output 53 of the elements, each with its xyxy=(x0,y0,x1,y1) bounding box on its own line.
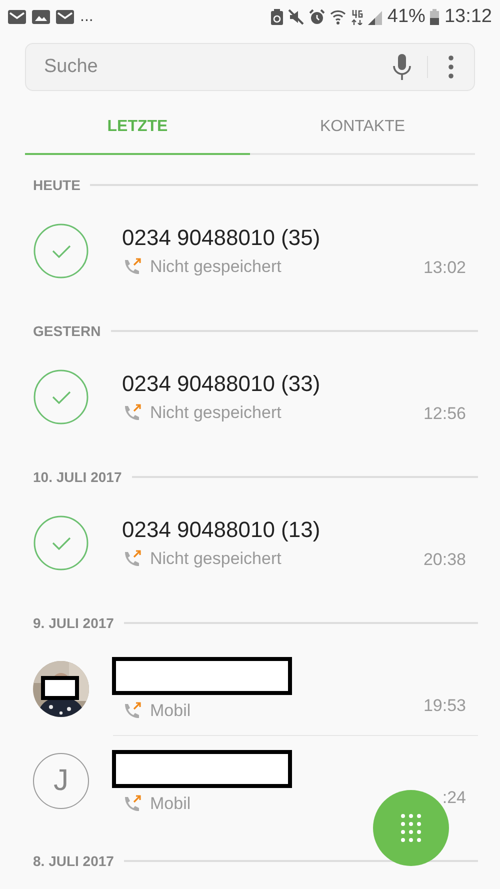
caller-number: 0234 90488010 (13) xyxy=(122,517,322,543)
outgoing-call-icon xyxy=(122,794,142,812)
battery-icon xyxy=(430,8,440,24)
call-time: 13:02 xyxy=(423,258,466,278)
search-field[interactable]: Suche xyxy=(42,55,393,79)
check-circle-icon xyxy=(33,369,89,425)
mute-icon xyxy=(288,8,304,24)
call-time: 12:56 xyxy=(423,404,466,424)
check-circle-icon xyxy=(33,515,89,571)
number-label: Nicht gespeichert xyxy=(150,403,282,423)
number-label: Mobil xyxy=(150,794,191,814)
caller-number: 0234 90488010 (33) xyxy=(122,371,322,397)
outgoing-call-icon xyxy=(122,258,142,276)
call-log-item[interactable]: J Mobil :24 xyxy=(0,735,500,827)
call-log-item[interactable]: Mobil 19:53 xyxy=(0,643,500,735)
call-time: :24 xyxy=(442,788,466,808)
date-heading: 9. JULI 2017 xyxy=(33,615,114,631)
call-time: 20:38 xyxy=(423,550,466,570)
network-4g-icon xyxy=(351,8,364,24)
clock: 13:12 xyxy=(444,6,492,28)
mail-icon xyxy=(56,10,74,24)
call-log-item[interactable]: 0234 90488010 (35) Nicht gespeichert 13:02 xyxy=(0,205,500,297)
outgoing-call-icon xyxy=(122,550,142,568)
image-icon xyxy=(32,10,50,24)
signal-icon xyxy=(368,8,382,24)
caller-number: 0234 90488010 (35) xyxy=(122,225,322,251)
tab[interactable]: KONTAKTE xyxy=(250,100,475,155)
dialpad-icon xyxy=(400,813,422,843)
date-heading: 10. JULI 2017 xyxy=(33,469,122,485)
redaction-box xyxy=(41,676,79,700)
call-time: 19:53 xyxy=(423,696,466,716)
search-bar[interactable]: Suche xyxy=(25,43,475,91)
date-heading: GESTERN xyxy=(33,323,101,339)
outgoing-call-icon xyxy=(122,404,142,422)
date-heading: 8. JULI 2017 xyxy=(33,853,114,869)
wifi-icon xyxy=(330,8,346,24)
avatar-initial: J xyxy=(54,764,68,798)
outgoing-call-icon xyxy=(122,702,142,720)
more-options-icon[interactable] xyxy=(448,55,454,79)
date-heading: HEUTE xyxy=(33,177,80,193)
number-label: Mobil xyxy=(150,701,191,721)
number-label: Nicht gespeichert xyxy=(150,549,282,569)
mail-icon xyxy=(8,10,26,24)
battery-saver-icon xyxy=(271,8,284,24)
tab[interactable]: LETZTE xyxy=(25,100,250,155)
notification-overflow: ... xyxy=(80,8,94,26)
check-circle-icon xyxy=(33,223,89,279)
call-log-item[interactable]: 0234 90488010 (13) Nicht gespeichert 20:38 xyxy=(0,497,500,589)
number-label: Nicht gespeichert xyxy=(150,257,282,277)
alarm-icon xyxy=(309,8,326,24)
battery-percent: 41% xyxy=(387,6,426,28)
microphone-icon[interactable] xyxy=(393,54,411,80)
call-log-item[interactable]: 0234 90488010 (33) Nicht gespeichert 12:56 xyxy=(0,351,500,443)
